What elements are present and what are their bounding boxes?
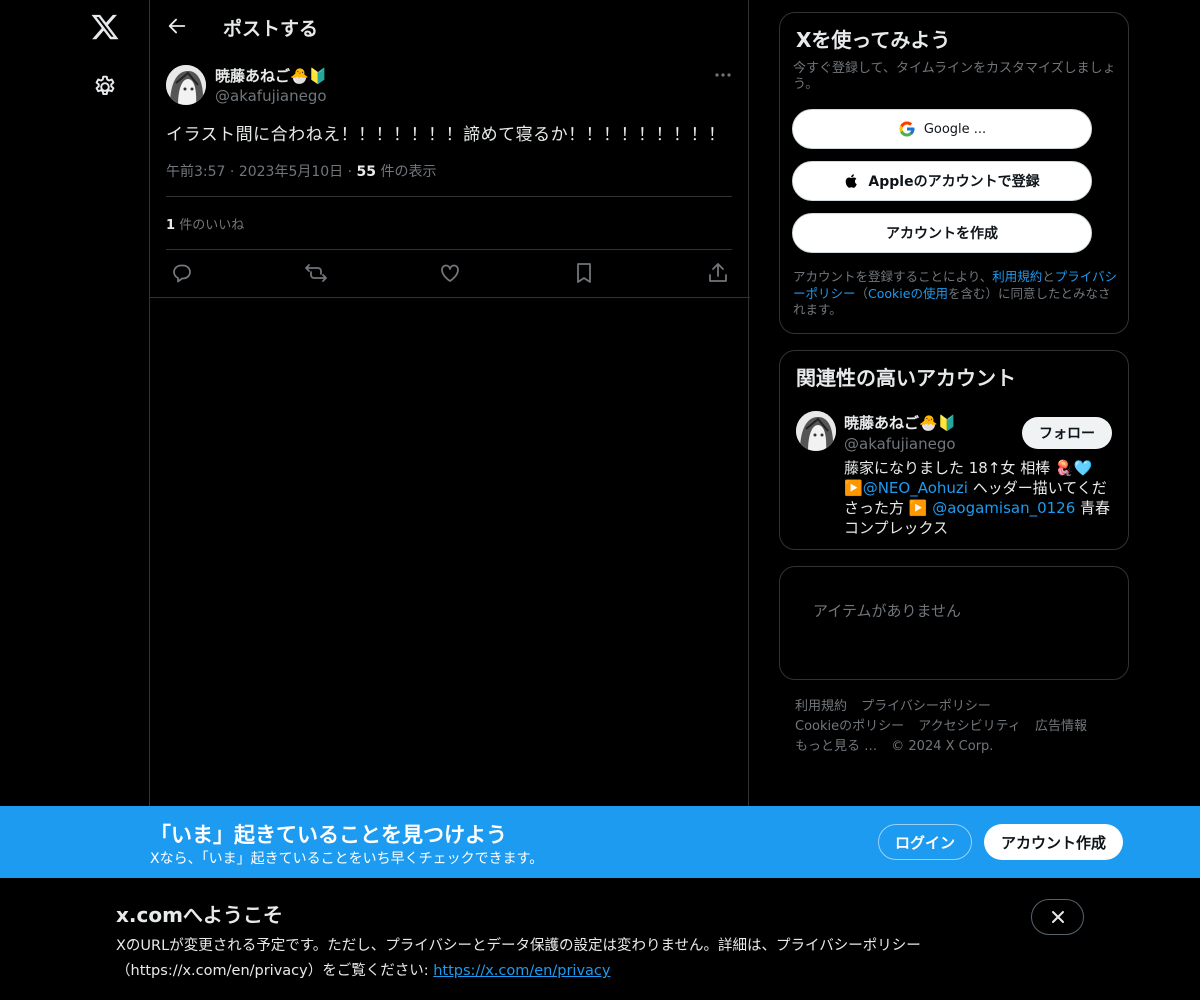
cookie-link[interactable]: Cookieの使用 [868, 286, 948, 301]
related-card-title: 関連性の高いアカウント [796, 366, 1016, 390]
create-account-label: アカウントを作成 [886, 226, 998, 242]
welcome-body: XのURLが変更される予定です。ただし、プライバシーとデータ保護の設定は変わりま… [116, 934, 976, 984]
avatar[interactable] [796, 411, 836, 451]
related-account-handle[interactable]: @akafujianego [844, 435, 956, 453]
repost-icon[interactable] [304, 261, 328, 285]
tweet-time[interactable]: 午前3:57 [166, 164, 225, 180]
bio-mention-link[interactable]: @aogamisan_0126 [932, 499, 1075, 517]
footer-ads-link[interactable]: 広告情報 [1035, 719, 1087, 734]
main-column: ポストする 暁藤あねご🐣🔰 @akafujianego イラスト間に合わねえ！！… [149, 0, 750, 806]
author-name[interactable]: 暁藤あねご🐣🔰 [215, 65, 327, 86]
bio-mention-link[interactable]: @NEO_Aohuzi [863, 479, 968, 497]
likes-label: 件のいいね [179, 218, 245, 233]
apple-signup-label: Appleのアカウントで登録 [868, 174, 1040, 190]
footer-accessibility-link[interactable]: アクセシビリティ [918, 719, 1021, 734]
google-logo-icon [899, 121, 915, 137]
terms-and: と [1042, 269, 1055, 284]
likes-stat[interactable]: 1 件のいいね [166, 214, 244, 233]
divider [166, 196, 732, 197]
terms-mid: （ [855, 285, 869, 301]
tweet: 暁藤あねご🐣🔰 @akafujianego イラスト間に合わねえ！！！！！！！諦… [150, 53, 750, 298]
terms-link[interactable]: 利用規約 [992, 269, 1042, 284]
related-account-bio: 藤家になりました 18↑女 相棒 🪼🩵▶️@NEO_Aohuzi ヘッダー描いて… [844, 458, 1116, 538]
views-count: 55 [356, 164, 377, 180]
views-label: 件の表示 [380, 164, 437, 180]
google-signup-label: Google ... [923, 121, 987, 137]
page-title: ポストする [223, 18, 319, 40]
welcome-notice: x.comへようこそ XのURLが変更される予定です。ただし、プライバシーとデー… [0, 878, 1200, 1000]
footer-more-link[interactable]: もっと見る … [795, 739, 877, 754]
empty-state-text: アイテムがありません [813, 602, 962, 620]
top-bar: ポストする [150, 0, 750, 53]
tweet-date[interactable]: 2023年5月10日 [239, 164, 343, 180]
footer-privacy-link[interactable]: プライバシーポリシー [861, 699, 991, 714]
gear-icon[interactable] [92, 74, 118, 100]
footer-copyright: © 2024 X Corp. [891, 739, 994, 754]
terms-text: アカウントを登録することにより、利用規約とプライバシーポリシー（Cookieの使… [793, 269, 1119, 319]
banner-title: 「いま」起きていることを見つけよう [150, 823, 507, 847]
avatar-illustration-icon [166, 65, 206, 105]
divider [166, 249, 732, 250]
login-button[interactable]: ログイン [878, 824, 972, 860]
signup-button[interactable]: アカウント作成 [984, 824, 1123, 860]
tweet-meta: 午前3:57 · 2023年5月10日 · 55 件の表示 [166, 161, 436, 181]
more-options-icon[interactable] [712, 67, 734, 83]
x-logo-icon[interactable] [90, 12, 120, 42]
avatar-illustration-icon [796, 411, 836, 451]
signup-card: Xを使ってみよう 今すぐ登録して、タイムラインをカスタマイズしましょう。 Goo… [779, 12, 1129, 334]
follow-button[interactable]: フォロー [1022, 417, 1112, 449]
signup-card-subtitle: 今すぐ登録して、タイムラインをカスタマイズしましょう。 [793, 61, 1116, 92]
tweet-text: イラスト間に合わねえ！！！！！！！諦めて寝るか！！！！！！！！！ [166, 125, 726, 145]
footer-cookie-link[interactable]: Cookieのポリシー [795, 719, 904, 734]
apple-logo-icon [846, 174, 858, 188]
back-arrow-icon[interactable] [166, 15, 188, 37]
create-account-button[interactable]: アカウントを作成 [792, 213, 1092, 253]
welcome-title: x.comへようこそ [116, 903, 283, 927]
likes-count: 1 [166, 218, 176, 233]
author-handle[interactable]: @akafujianego [215, 87, 327, 105]
close-icon [1051, 911, 1064, 923]
banner-subtitle: Xなら、「いま」起きていることをいち早くチェックできます。 [150, 851, 544, 867]
related-accounts-card: 関連性の高いアカウント 暁藤あねご🐣🔰 @akafujianego フォロー 藤… [779, 350, 1129, 550]
signup-card-title: Xを使ってみよう [796, 28, 951, 52]
reply-icon[interactable] [170, 261, 194, 285]
trends-card: アイテムがありません [779, 566, 1129, 680]
related-account-name[interactable]: 暁藤あねご🐣🔰 [844, 412, 956, 433]
terms-prefix: アカウントを登録することにより、 [793, 269, 993, 284]
footer-links: 利用規約 プライバシーポリシー Cookieのポリシー アクセシビリティ 広告情… [795, 697, 1125, 757]
apple-signup-button[interactable]: Appleのアカウントで登録 [792, 161, 1092, 201]
bookmark-icon[interactable] [572, 261, 596, 285]
meta-separator: · [229, 164, 239, 180]
avatar[interactable] [166, 65, 206, 105]
footer-terms-link[interactable]: 利用規約 [795, 699, 847, 714]
privacy-url-link[interactable]: https://x.com/en/privacy [433, 963, 610, 979]
signup-banner: 「いま」起きていることを見つけよう Xなら、「いま」起きていることをいち早くチェ… [0, 806, 1200, 878]
google-signup-button[interactable]: Google ... [792, 109, 1092, 149]
like-heart-icon[interactable] [438, 261, 462, 285]
share-icon[interactable] [706, 261, 730, 285]
close-button[interactable] [1031, 899, 1084, 935]
meta-separator: · [347, 164, 357, 180]
